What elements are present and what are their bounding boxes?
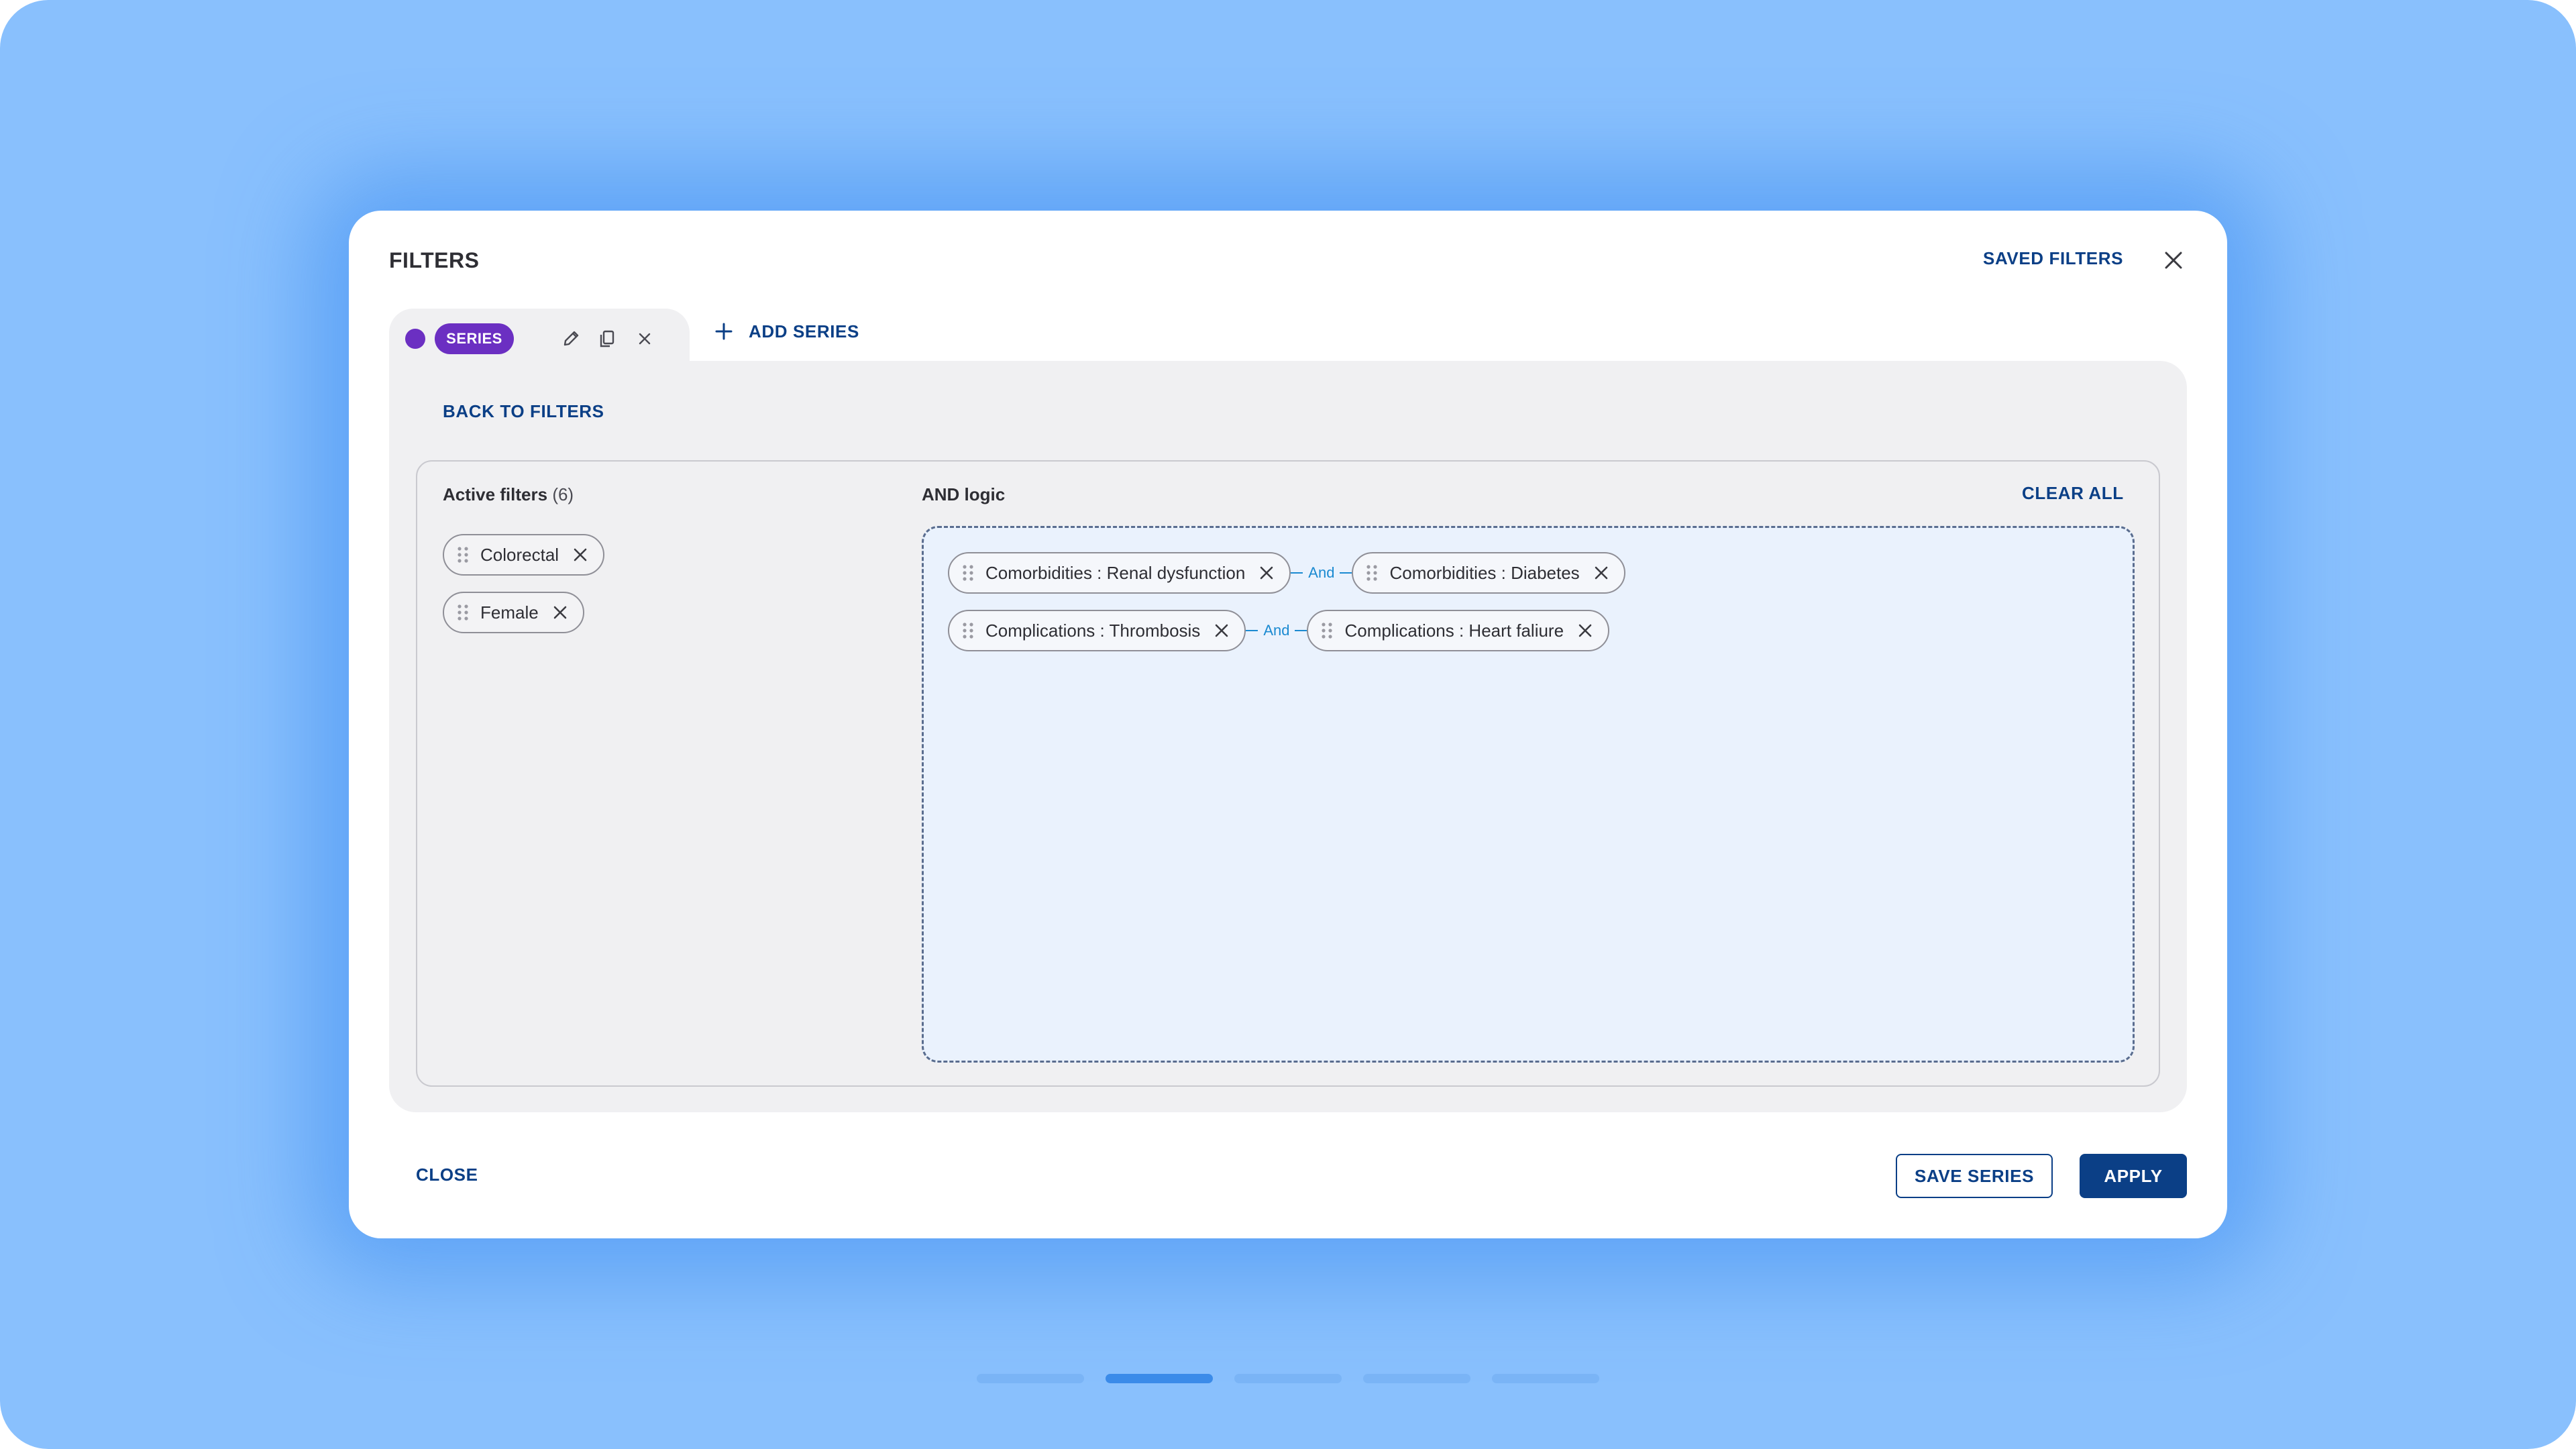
pager-dot[interactable] xyxy=(1363,1374,1470,1383)
drag-handle-icon[interactable] xyxy=(1365,564,1379,582)
chip-label: Comorbidities : Diabetes xyxy=(1389,562,1580,583)
add-series-button[interactable]: ADD SERIES xyxy=(714,318,859,345)
filter-chip[interactable]: Female xyxy=(443,592,584,633)
series-tab[interactable]: SERIES xyxy=(389,309,690,369)
pager xyxy=(977,1374,1599,1383)
remove-chip-icon[interactable] xyxy=(570,544,591,566)
active-filters-count: (6) xyxy=(552,484,574,504)
saved-filters-link[interactable]: SAVED FILTERS xyxy=(1983,248,2123,269)
pencil-icon[interactable] xyxy=(559,327,582,350)
remove-chip-icon[interactable] xyxy=(1211,620,1232,641)
active-filters-title: Active filters (6) xyxy=(443,484,574,504)
pager-dot-active[interactable] xyxy=(1106,1374,1213,1383)
save-series-button[interactable]: SAVE SERIES xyxy=(1896,1154,2053,1198)
connector-label: And xyxy=(1263,622,1290,639)
connector-line xyxy=(1246,630,1258,631)
add-series-label: ADD SERIES xyxy=(749,321,859,341)
series-color-dot xyxy=(405,329,425,349)
logic-chip[interactable]: Comorbidities : Diabetes xyxy=(1352,552,1625,594)
drag-handle-icon[interactable] xyxy=(961,564,975,582)
modal-title: FILTERS xyxy=(389,248,480,272)
filters-modal: FILTERS SAVED FILTERS SERIES ADD SERIES xyxy=(349,211,2227,1238)
chip-label: Complications : Thrombosis xyxy=(985,620,1201,641)
connector-label: And xyxy=(1308,564,1335,581)
pager-dot[interactable] xyxy=(977,1374,1084,1383)
connector-line xyxy=(1295,630,1307,631)
clear-all-button[interactable]: CLEAR ALL xyxy=(2022,483,2124,504)
pager-dot[interactable] xyxy=(1492,1374,1599,1383)
series-badge: SERIES xyxy=(435,323,514,354)
back-to-filters-link[interactable]: BACK TO FILTERS xyxy=(443,401,604,422)
logic-row: Comorbidities : Renal dysfunction And Co… xyxy=(948,552,1625,594)
chip-label: Complications : Heart faliure xyxy=(1344,620,1564,641)
filter-chip[interactable]: Colorectal xyxy=(443,534,605,576)
and-logic-title: AND logic xyxy=(922,484,1006,504)
drag-handle-icon[interactable] xyxy=(1320,621,1334,640)
logic-row: Complications : Thrombosis And Complicat… xyxy=(948,610,1610,651)
chip-label: Female xyxy=(480,602,539,623)
plus-icon xyxy=(714,321,734,341)
filter-builder: Active filters (6) Colorectal Female AND… xyxy=(416,460,2160,1087)
remove-chip-icon[interactable] xyxy=(1574,620,1596,641)
drag-handle-icon[interactable] xyxy=(961,621,975,640)
connector-line xyxy=(1340,572,1352,574)
remove-chip-icon[interactable] xyxy=(1591,562,1612,584)
page-background: FILTERS SAVED FILTERS SERIES ADD SERIES xyxy=(0,0,2576,1449)
copy-icon[interactable] xyxy=(596,327,619,350)
close-button[interactable]: CLOSE xyxy=(416,1165,478,1185)
and-connector: And xyxy=(1291,552,1352,594)
logic-chip[interactable]: Complications : Thrombosis xyxy=(948,610,1246,651)
series-panel: BACK TO FILTERS Active filters (6) Color… xyxy=(389,361,2187,1112)
apply-button[interactable]: APPLY xyxy=(2080,1154,2187,1198)
logic-chip[interactable]: Complications : Heart faliure xyxy=(1307,610,1610,651)
logic-chip[interactable]: Comorbidities : Renal dysfunction xyxy=(948,552,1291,594)
pager-dot[interactable] xyxy=(1234,1374,1342,1383)
and-connector: And xyxy=(1246,610,1307,651)
drag-handle-icon[interactable] xyxy=(456,545,470,564)
and-logic-dropzone[interactable]: Comorbidities : Renal dysfunction And Co… xyxy=(922,526,2135,1063)
chip-label: Comorbidities : Renal dysfunction xyxy=(985,562,1246,583)
remove-chip-icon[interactable] xyxy=(1256,562,1277,584)
close-modal-icon[interactable] xyxy=(2161,248,2186,272)
chip-label: Colorectal xyxy=(480,544,559,565)
drag-handle-icon[interactable] xyxy=(456,603,470,622)
close-icon[interactable] xyxy=(633,327,656,350)
connector-line xyxy=(1291,572,1303,574)
remove-chip-icon[interactable] xyxy=(549,602,571,623)
